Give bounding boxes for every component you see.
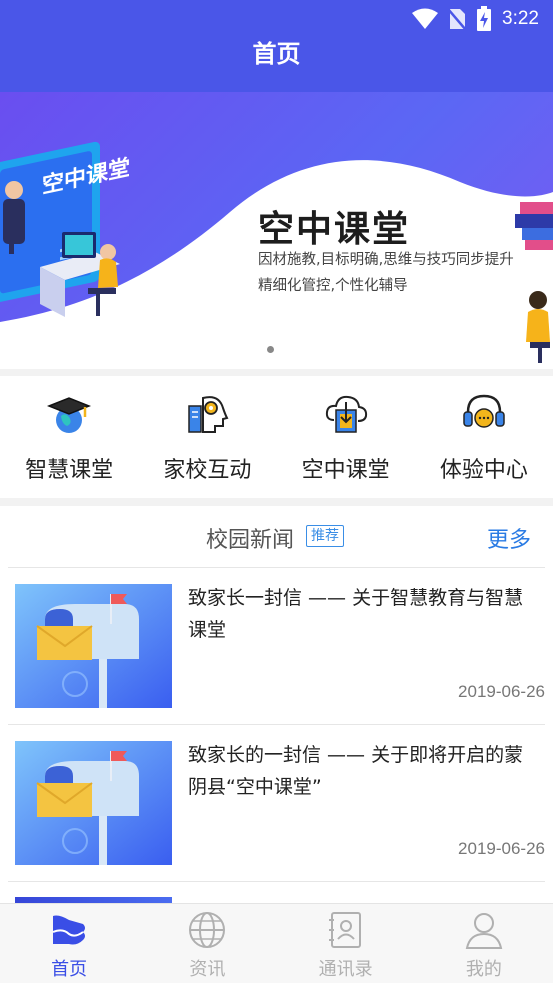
graduation-globe-icon: [47, 397, 92, 433]
quick-nav-air-classroom[interactable]: 空中课堂: [277, 376, 415, 498]
campus-news-section: 校园新闻 推荐 更多 致家长一封信 —— 关于智慧教育与智慧课堂 2019-06…: [0, 506, 553, 906]
news-title: 致家长的一封信 —— 关于即将开启的蒙阴县“空中课堂”: [188, 744, 524, 798]
news-list-item[interactable]: 致家长的一封信 —— 关于即将开启的蒙阴县“空中课堂” 2019-06-26: [8, 725, 545, 882]
status-icons: 3:22: [412, 6, 539, 32]
banner-subtitle-2: 精细化管控,个性化辅导: [258, 278, 408, 294]
no-sim-icon: [448, 8, 467, 31]
tab-home[interactable]: 首页: [0, 904, 138, 983]
status-bar: 3:22: [0, 0, 553, 36]
quick-nav-label: 空中课堂: [301, 458, 390, 483]
quick-nav-label: 体验中心: [439, 458, 528, 483]
mailbox-icon: [15, 584, 172, 708]
tab-contacts[interactable]: 通讯录: [277, 904, 415, 983]
quick-nav-home-school[interactable]: 家校互动: [138, 376, 276, 498]
news-thumbnail: [15, 741, 172, 865]
quick-nav-experience-center[interactable]: 体验中心: [415, 376, 553, 498]
quick-nav-label: 智慧课堂: [25, 458, 114, 483]
news-thumbnail: [15, 584, 172, 708]
quick-nav-label: 家校互动: [163, 458, 252, 483]
news-date: 2019-06-26: [458, 839, 545, 858]
battery-charging-icon: [477, 6, 492, 31]
news-date: 2019-06-26: [458, 682, 545, 701]
bottom-tab-bar: 首页 资讯 通讯录 我的: [0, 903, 553, 983]
home-logo-icon: [52, 915, 86, 945]
tab-label: 我的: [465, 959, 502, 980]
banner-subtitle: 因材施教,目标明确,思维与技巧同步提升: [258, 252, 514, 268]
tab-label: 首页: [51, 959, 88, 980]
banner-title: 空中课堂: [258, 209, 411, 250]
more-link[interactable]: 更多: [487, 522, 531, 554]
mailbox-icon: [15, 741, 172, 865]
news-list-item[interactable]: 致家长一封信 —— 关于智慧教育与智慧课堂 2019-06-26: [8, 568, 545, 725]
user-icon: [465, 913, 503, 949]
tab-profile[interactable]: 我的: [415, 904, 553, 983]
recommend-badge: 推荐: [306, 525, 344, 547]
banner-carousel[interactable]: 空中课堂 空中课堂 因材施教,目标明确,思维与技巧同步提升 精细化管控,个性化辅…: [0, 92, 553, 369]
tab-label: 资讯: [189, 959, 226, 980]
carousel-indicator[interactable]: [267, 346, 274, 353]
app-bar: 首页: [0, 36, 553, 92]
quick-nav-smart-classroom[interactable]: 智慧课堂: [0, 376, 138, 498]
status-time: 3:22: [502, 8, 539, 29]
page-title: 首页: [252, 40, 301, 68]
cloud-download-icon: [325, 395, 367, 433]
contacts-icon: [328, 912, 361, 948]
news-header: 校园新闻 推荐 更多: [8, 506, 545, 568]
tab-news[interactable]: 资讯: [138, 904, 276, 983]
news-title: 致家长一封信 —— 关于智慧教育与智慧课堂: [188, 587, 524, 641]
news-section-title: 校园新闻: [206, 528, 295, 553]
headset-chat-icon: [463, 394, 505, 428]
globe-icon: [189, 912, 226, 948]
tab-label: 通讯录: [318, 959, 373, 980]
head-book-icon: [188, 396, 229, 433]
wifi-icon: [412, 8, 439, 29]
quick-nav: 智慧课堂 家校互动 空中课堂 体验中心: [0, 376, 553, 498]
